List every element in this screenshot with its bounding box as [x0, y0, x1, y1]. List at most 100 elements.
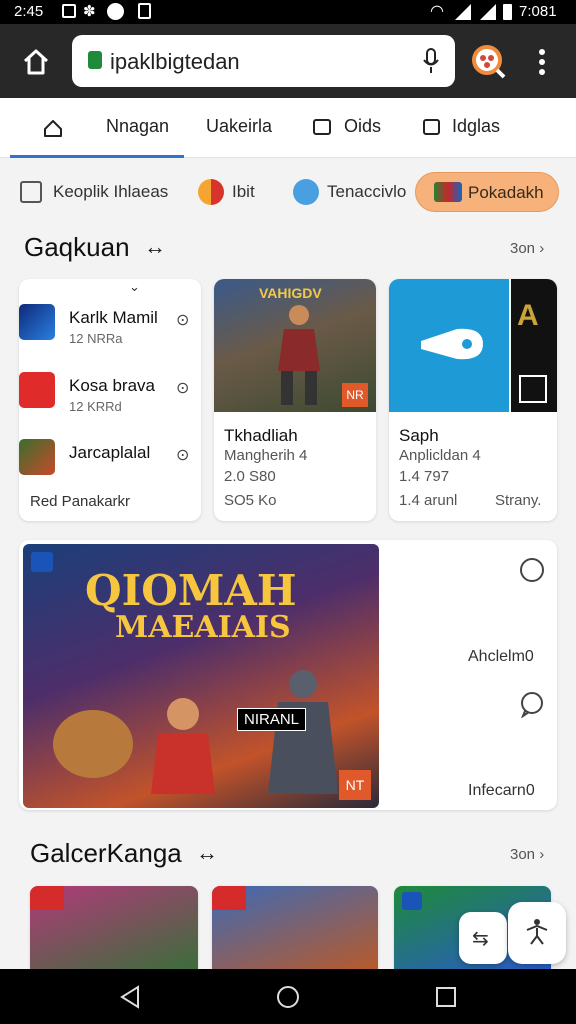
chip-tenaccivlo[interactable]: Tenaccivlo [293, 172, 413, 212]
back-icon[interactable] [118, 985, 142, 1009]
list-item[interactable]: Jarcaplalal ⊙ [19, 439, 199, 487]
more-menu-icon[interactable] [537, 48, 547, 76]
signal-icon [455, 4, 471, 20]
home-icon[interactable] [22, 48, 50, 76]
profile-search-icon[interactable] [471, 44, 507, 80]
download-icon[interactable]: ⊙ [176, 378, 189, 398]
list-card: ⌄ Karlk Mamil 12 NRRa ⊙ Kosa brava 12 KR… [19, 279, 201, 521]
chip-ibit[interactable]: Ibit [198, 172, 278, 212]
list-footer[interactable]: Red Panakarkr [30, 493, 130, 510]
feature-artwork: QIOMAH MAEAIAIS NIRANL NT [23, 544, 379, 808]
tab-idglas-icon [423, 119, 440, 135]
chip-label: Keoplik Ihlaeas [53, 182, 169, 201]
app-icon [19, 372, 55, 408]
thumb-badge [519, 375, 547, 403]
list-item[interactable]: Karlk Mamil 12 NRRa ⊙ [19, 304, 199, 352]
see-all-link[interactable]: 3on › [510, 240, 544, 257]
pokadakh-icon [434, 182, 462, 202]
feature-tag: NIRANL [237, 708, 307, 731]
chevron-down-icon[interactable]: ⌄ [129, 279, 140, 295]
list-item[interactable]: Kosa brava 12 KRRd ⊙ [19, 372, 199, 420]
system-nav-bar [0, 969, 576, 1024]
chip-pokadakh[interactable]: Pokadakh [415, 172, 559, 212]
game-banner: VAHIGDV [259, 285, 322, 301]
download-icon[interactable]: ⊙ [176, 310, 189, 330]
accessibility-button[interactable] [508, 902, 566, 964]
ribbon-badge [30, 886, 64, 910]
chip-label: Tenaccivlo [327, 182, 407, 201]
section-title: Gaqkuan [24, 232, 130, 262]
game-thumbnail [389, 279, 509, 412]
game-thumb-small[interactable] [212, 886, 378, 970]
list-item-name: Kosa brava [69, 376, 155, 395]
tab-nnagan[interactable]: Nnagan [106, 116, 169, 137]
feature-subtitle: MAEAIAIS [115, 610, 291, 645]
chip-label: Ibit [232, 182, 255, 201]
game-rating: 1.4 797 [399, 468, 450, 485]
chip-keoplik[interactable]: Keoplik Ihlaeas [20, 172, 190, 212]
controller-icon [421, 328, 483, 360]
status-time: 2:45 [14, 3, 44, 20]
list-icon [20, 181, 42, 203]
ribbon-badge [212, 886, 246, 910]
game-rating: 2.0 S80 [224, 468, 276, 485]
game-thumb-small[interactable] [30, 886, 198, 970]
section-title-2: GalcerKanga [30, 838, 182, 868]
media-icon [107, 3, 124, 20]
game-size: 1.4 arunl [399, 492, 458, 509]
tab-uakeirla[interactable]: Uakeirla [206, 116, 272, 137]
browser-toolbar: ipaklbigtedan [0, 24, 576, 98]
rating-badge: NT [339, 770, 371, 800]
see-all-label: 3on [510, 240, 536, 257]
tenaccivlo-icon [293, 179, 319, 205]
feature-card[interactable]: QIOMAH MAEAIAIS NIRANL NT Ahclelm0 Infec… [19, 540, 557, 810]
game-thumbnail: VAHIGDV NR [214, 279, 376, 412]
compare-button[interactable]: ⇆ [459, 912, 507, 964]
list-item-name: Jarcaplalal [69, 443, 151, 462]
app-icon [19, 304, 55, 340]
feature-side-label: Ahclelm0 [468, 648, 534, 665]
url-bar[interactable]: ipaklbigtedan [72, 35, 455, 87]
url-text[interactable]: ipaklbigtedan [110, 49, 240, 75]
list-item-name: Karlk Mamil [69, 308, 158, 327]
arrows-icon: ↔ [144, 234, 166, 259]
game-size: SO5 Ko [224, 492, 277, 509]
chip-label: Pokadakh [468, 183, 544, 202]
thumb-logo: A [517, 299, 539, 332]
compare-icon: ⇆ [472, 928, 489, 950]
signal-icon-2 [480, 4, 496, 20]
hero-figure [278, 305, 320, 405]
game-card[interactable]: A Saph Anplicldan 4 1.4 797 1.4 arunl St… [389, 279, 557, 521]
home-nav-icon[interactable] [276, 985, 300, 1009]
battery-icon [503, 4, 512, 20]
arrows-icon: ↔ [196, 840, 218, 865]
see-all-label: 3on [510, 846, 536, 863]
lock-icon [88, 51, 102, 69]
sim-icon [138, 3, 151, 19]
wifi-icon: ◠ [430, 3, 444, 20]
game-status: Strany. [495, 492, 542, 509]
tab-bar: Nnagan Uakeirla Oids Idglas [0, 98, 576, 158]
tab-oids[interactable]: Oids [344, 116, 381, 137]
recents-icon[interactable] [435, 986, 457, 1008]
see-all-link-2[interactable]: 3on › [510, 846, 544, 863]
game-title: Saph [399, 426, 439, 445]
mic-icon[interactable] [422, 47, 440, 75]
feature-side-label-2: Infecarn0 [468, 782, 535, 799]
game-title: Tkhadliah [224, 426, 298, 445]
list-item-sub: 12 NRRa [69, 331, 123, 346]
home-tab-icon[interactable] [42, 117, 64, 139]
playstation-icon [402, 892, 422, 910]
status-time-right: 7:081 [519, 3, 557, 20]
game-developer: Mangherih 4 [224, 447, 308, 464]
wishlist-icon[interactable] [518, 556, 546, 584]
tab-oids-icon [313, 119, 331, 135]
game-card[interactable]: VAHIGDV NR Tkhadliah Mangherih 4 2.0 S80… [214, 279, 376, 521]
comment-icon[interactable] [518, 690, 546, 718]
settings-icon: ✽ [83, 3, 96, 20]
download-icon[interactable]: ⊙ [176, 445, 189, 465]
ibit-icon [198, 179, 224, 205]
feature-characters [53, 670, 338, 794]
rating-badge: NR [342, 383, 368, 407]
tab-idglas[interactable]: Idglas [452, 116, 500, 137]
